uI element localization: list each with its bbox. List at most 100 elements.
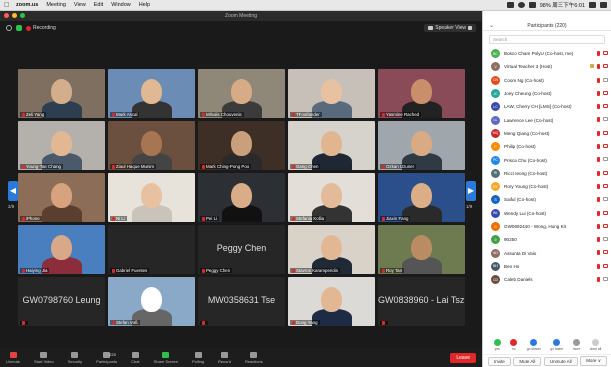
participant-row[interactable]: S Saiful (Co-host) (483, 193, 611, 206)
participant-row[interactable]: V Virtual Teacher 3 (Host) (483, 60, 611, 73)
video-tile[interactable]: Young-Tae Chang (18, 121, 105, 170)
participant-row[interactable]: LL Lawrence Lee (Co-host) (483, 113, 611, 126)
speaker-view-button[interactable]: Speaker View (424, 24, 476, 32)
video-tile[interactable]: GW0798760 Leung (18, 277, 105, 326)
zoom-status-icon[interactable] (506, 2, 514, 8)
close-window-icon[interactable] (4, 13, 9, 18)
menu-edit[interactable]: Edit (94, 2, 103, 8)
participant-row[interactable]: BC Bosco Cham PolyU (Co-host, me) (483, 47, 611, 60)
participant-row[interactable]: P Philip (Co-host) (483, 140, 611, 153)
wifi-icon[interactable] (528, 2, 536, 8)
video-tile[interactable]: Zeli Yang (18, 69, 105, 118)
polling-button[interactable]: Polling (192, 351, 204, 364)
microphone-button[interactable]: Unmute (6, 351, 20, 364)
raised-hand-icon (590, 64, 594, 69)
feedback-go-faster-button[interactable]: go faster (550, 339, 563, 351)
participant-video (378, 69, 465, 118)
video-tile[interactable]: Ozkan Uzuner (378, 121, 465, 170)
participant-row[interactable]: BH Ben Ho (483, 260, 611, 273)
participant-row[interactable]: AD Assunta Di Vaio (483, 246, 611, 259)
video-tile[interactable]: Mark Ching-Pong Poo (198, 121, 285, 170)
participant-row[interactable]: LC LAW, Cherry CH [LMS] (Co-host) (483, 100, 611, 113)
video-tile[interactable]: Dong Yang (288, 277, 375, 326)
participant-row[interactable]: MQ Meng Qiang (Co-host) (483, 127, 611, 140)
chat-button[interactable]: Chat (131, 351, 140, 364)
participant-status-icons (590, 64, 608, 70)
participant-head (321, 183, 342, 208)
menu-help[interactable]: Help (139, 2, 150, 8)
menu-list-icon[interactable] (600, 2, 607, 8)
recording-indicator[interactable]: Recording (26, 25, 56, 31)
video-tile[interactable]: Pei Li (198, 173, 285, 222)
participant-row[interactable]: CD Caleb Daniels (483, 273, 611, 286)
video-tile[interactable]: GW0838960 - Lai Tsz... (378, 277, 465, 326)
mute-all-button[interactable]: Mute All (513, 356, 542, 366)
video-tile[interactable]: Haiying Jia (18, 225, 105, 274)
participant-row[interactable]: RY Rory Young (Co-host) (483, 180, 611, 193)
participants-search-input[interactable]: Search (489, 35, 605, 44)
feedback-label: go slower (526, 347, 541, 351)
muted-mic-icon (292, 268, 295, 273)
maximize-window-icon[interactable] (20, 13, 25, 18)
participant-display-name: GW0798760 Leung (22, 295, 101, 305)
participant-name: 90250 (504, 237, 517, 243)
video-tile[interactable]: Stefania Kollia (288, 173, 375, 222)
participant-name: Pei Li (206, 216, 217, 221)
share-screen-button[interactable]: Share Screen (154, 351, 178, 364)
participants-button[interactable]: 220 Participants (96, 351, 117, 364)
apple-icon[interactable]:  (4, 2, 10, 9)
menu-meeting[interactable]: Meeting (46, 2, 66, 8)
video-tile[interactable]: Jiaxin Fang (378, 173, 465, 222)
video-tile[interactable]: Gabriel Fuentes (108, 225, 195, 274)
collapse-chevron-icon[interactable]: ⌄ (489, 22, 494, 29)
participant-head (231, 131, 252, 156)
feedback-clear-all-button[interactable]: clear all (590, 339, 601, 351)
record-button[interactable]: Record (218, 351, 231, 364)
more-button[interactable]: More ∨ (580, 356, 607, 366)
feedback-icon (510, 339, 518, 346)
participant-row[interactable]: WL Wendy Lui (Co-host) (483, 207, 611, 220)
video-tile[interactable]: Mark Ascal (108, 69, 195, 118)
video-tile[interactable]: iPhone (18, 173, 105, 222)
video-tile[interactable]: Ziaul Haque Munim (108, 121, 195, 170)
menu-window[interactable]: Window (111, 2, 131, 8)
video-tile[interactable]: Mihalis Chouvenis (198, 69, 285, 118)
minimize-window-icon[interactable] (12, 13, 17, 18)
muted-mic-icon (382, 268, 385, 273)
video-tile[interactable]: TFootlander (288, 69, 375, 118)
video-tile[interactable]: Stefan Voß (108, 277, 195, 326)
feedback-yes-button[interactable]: yes (493, 339, 501, 351)
participant-row[interactable]: CN Coom Ng (Co-host) (483, 74, 611, 87)
video-tile[interactable]: Peggy Chen Peggy Chen (198, 225, 285, 274)
info-icon[interactable] (6, 25, 12, 31)
invite-button[interactable]: Invite (488, 356, 511, 366)
video-tile[interactable]: Ni Li (108, 173, 195, 222)
record-status-icon[interactable] (517, 2, 525, 8)
feedback-more-button[interactable]: more (573, 339, 580, 351)
participant-row[interactable]: 9 90250 (483, 233, 611, 246)
participant-row[interactable]: PC Prisca Chu (Co-host) (483, 153, 611, 166)
menu-view[interactable]: View (74, 2, 86, 8)
unmute-all-button[interactable]: Unmute All (543, 356, 578, 366)
video-tile[interactable]: MW0358631 Tse (198, 277, 285, 326)
video-tile[interactable]: Stavros Karamperidis (288, 225, 375, 274)
participant-row[interactable]: JC Joey Cheung (Co-host) (483, 87, 611, 100)
fullscreen-icon[interactable] (468, 26, 472, 30)
feedback-go-slower-button[interactable]: go slower (527, 339, 541, 351)
search-icon[interactable] (589, 2, 596, 8)
menu-app[interactable]: zoom.us (16, 2, 38, 8)
reactions-button[interactable]: Reactions (245, 351, 263, 364)
previous-page-button[interactable]: ◀ (8, 181, 18, 201)
video-tile[interactable]: Roy Tan (378, 225, 465, 274)
feedback-no-button[interactable]: no (510, 339, 518, 351)
video-tile[interactable]: Gang Chen (288, 121, 375, 170)
video-tile[interactable]: Yasmine Rached (378, 69, 465, 118)
leave-button[interactable]: Leave (450, 352, 476, 363)
video-camera-button[interactable]: Start Video (34, 351, 54, 364)
participant-row[interactable]: G GW0692440 - Wong, Hung Kit (483, 220, 611, 233)
participant-row[interactable]: RI Ricci Ieong (Co-host) (483, 167, 611, 180)
muted-mic-icon (22, 268, 25, 273)
shield-button[interactable]: Security (68, 351, 82, 364)
next-page-button[interactable]: ▶ (466, 181, 476, 201)
encryption-shield-icon[interactable] (16, 25, 22, 31)
